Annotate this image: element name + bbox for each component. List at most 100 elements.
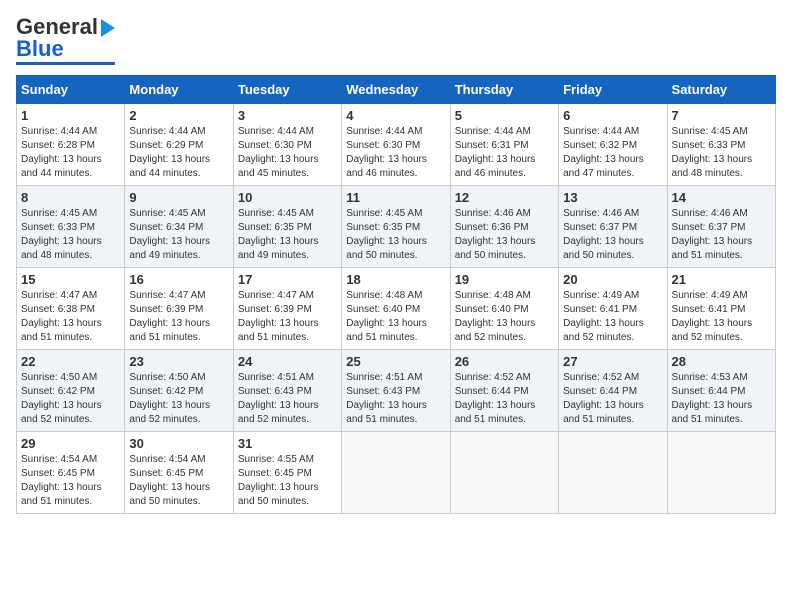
day-number: 30 [129, 436, 228, 451]
calendar-table: SundayMondayTuesdayWednesdayThursdayFrid… [16, 75, 776, 514]
day-number: 25 [346, 354, 445, 369]
day-detail: Sunrise: 4:48 AM Sunset: 6:40 PM Dayligh… [455, 289, 554, 345]
header-sunday: Sunday [17, 76, 125, 104]
header-friday: Friday [559, 76, 667, 104]
day-number: 5 [455, 108, 554, 123]
calendar-cell [667, 432, 775, 514]
day-detail: Sunrise: 4:50 AM Sunset: 6:42 PM Dayligh… [129, 371, 228, 427]
calendar-cell: 20Sunrise: 4:49 AM Sunset: 6:41 PM Dayli… [559, 268, 667, 350]
header-thursday: Thursday [450, 76, 558, 104]
calendar-cell: 30 Sunrise: 4:54 AM Sunset: 6:45 PM Dayli… [125, 432, 233, 514]
page-header: General Blue [16, 16, 776, 65]
day-detail: Sunrise: 4:49 AM Sunset: 6:41 PM Dayligh… [672, 289, 771, 345]
day-number: 1 [21, 108, 120, 123]
calendar-cell: 14 Sunrise: 4:46 AM Sunset: 6:37 PM Dayli… [667, 186, 775, 268]
calendar-cell [559, 432, 667, 514]
day-detail: Sunrise: 4:54 AM Sunset: 6:45 PM Dayligh… [129, 453, 228, 509]
day-detail: Sunrise: 4:47 AM Sunset: 6:38 PM Dayligh… [21, 289, 120, 345]
day-detail: Sunrise: 4:47 AM Sunset: 6:39 PM Dayligh… [238, 289, 337, 345]
day-number: 26 [455, 354, 554, 369]
calendar-cell: 11 Sunrise: 4:45 AM Sunset: 6:35 PM Dayli… [342, 186, 450, 268]
calendar-cell: 8 Sunrise: 4:45 AM Sunset: 6:33 PM Daylig… [17, 186, 125, 268]
day-detail: Sunrise: 4:44 AM Sunset: 6:30 PM Dayligh… [238, 125, 337, 181]
logo-general: General [16, 16, 98, 38]
header-wednesday: Wednesday [342, 76, 450, 104]
day-detail: Sunrise: 4:55 AM Sunset: 6:45 PM Dayligh… [238, 453, 337, 509]
day-detail: Sunrise: 4:49 AM Sunset: 6:41 PM Dayligh… [563, 289, 662, 345]
calendar-cell: 29Sunrise: 4:54 AM Sunset: 6:45 PM Dayli… [17, 432, 125, 514]
logo: General Blue [16, 16, 115, 65]
day-number: 7 [672, 108, 771, 123]
calendar-week-row: 29 Sunrise: 4:54 AM Sunset: 6:45 PM Dayli… [17, 432, 776, 514]
logo-divider [16, 62, 115, 65]
logo-arrow-icon [101, 19, 115, 37]
day-detail: Sunrise: 4:46 AM Sunset: 6:37 PM Dayligh… [563, 207, 662, 263]
day-number: 4 [346, 108, 445, 123]
day-number: 23 [129, 354, 228, 369]
calendar-cell: 10Sunrise: 4:45 AM Sunset: 6:35 PM Dayli… [233, 186, 341, 268]
day-detail: Sunrise: 4:44 AM Sunset: 6:28 PM Dayligh… [21, 125, 120, 181]
day-detail: Sunrise: 4:46 AM Sunset: 6:37 PM Dayligh… [672, 207, 771, 263]
header-tuesday: Tuesday [233, 76, 341, 104]
calendar-week-row: 8 Sunrise: 4:45 AM Sunset: 6:33 PM Daylig… [17, 186, 776, 268]
calendar-cell: 18 Sunrise: 4:48 AM Sunset: 6:40 PM Dayli… [342, 268, 450, 350]
calendar-cell: 16 Sunrise: 4:47 AM Sunset: 6:39 PM Dayli… [125, 268, 233, 350]
day-number: 9 [129, 190, 228, 205]
day-number: 8 [21, 190, 120, 205]
day-detail: Sunrise: 4:45 AM Sunset: 6:35 PM Dayligh… [238, 207, 337, 263]
day-detail: Sunrise: 4:51 AM Sunset: 6:43 PM Dayligh… [238, 371, 337, 427]
day-detail: Sunrise: 4:46 AM Sunset: 6:36 PM Dayligh… [455, 207, 554, 263]
calendar-week-row: 1 Sunrise: 4:44 AM Sunset: 6:28 PM Daylig… [17, 104, 776, 186]
day-detail: Sunrise: 4:50 AM Sunset: 6:42 PM Dayligh… [21, 371, 120, 427]
day-number: 6 [563, 108, 662, 123]
day-number: 12 [455, 190, 554, 205]
day-number: 29 [21, 436, 120, 451]
calendar-cell: 12 Sunrise: 4:46 AM Sunset: 6:36 PM Dayli… [450, 186, 558, 268]
day-detail: Sunrise: 4:53 AM Sunset: 6:44 PM Dayligh… [672, 371, 771, 427]
calendar-cell: 19 Sunrise: 4:48 AM Sunset: 6:40 PM Dayli… [450, 268, 558, 350]
day-number: 31 [238, 436, 337, 451]
day-detail: Sunrise: 4:48 AM Sunset: 6:40 PM Dayligh… [346, 289, 445, 345]
day-detail: Sunrise: 4:45 AM Sunset: 6:33 PM Dayligh… [21, 207, 120, 263]
calendar-cell: 17 Sunrise: 4:47 AM Sunset: 6:39 PM Dayli… [233, 268, 341, 350]
day-number: 19 [455, 272, 554, 287]
calendar-cell: 5Sunrise: 4:44 AM Sunset: 6:31 PM Daylig… [450, 104, 558, 186]
calendar-week-row: 15 Sunrise: 4:47 AM Sunset: 6:38 PM Dayli… [17, 268, 776, 350]
calendar-cell: 31 Sunrise: 4:55 AM Sunset: 6:45 PM Dayli… [233, 432, 341, 514]
calendar-cell: 23 Sunrise: 4:50 AM Sunset: 6:42 PM Dayli… [125, 350, 233, 432]
day-number: 27 [563, 354, 662, 369]
calendar-cell: 9Sunrise: 4:45 AM Sunset: 6:34 PM Daylig… [125, 186, 233, 268]
day-number: 2 [129, 108, 228, 123]
day-number: 22 [21, 354, 120, 369]
day-detail: Sunrise: 4:44 AM Sunset: 6:32 PM Dayligh… [563, 125, 662, 181]
day-detail: Sunrise: 4:47 AM Sunset: 6:39 PM Dayligh… [129, 289, 228, 345]
day-number: 3 [238, 108, 337, 123]
day-detail: Sunrise: 4:45 AM Sunset: 6:35 PM Dayligh… [346, 207, 445, 263]
calendar-week-row: 22 Sunrise: 4:50 AM Sunset: 6:42 PM Dayli… [17, 350, 776, 432]
day-number: 28 [672, 354, 771, 369]
day-number: 21 [672, 272, 771, 287]
day-number: 16 [129, 272, 228, 287]
calendar-cell: 22 Sunrise: 4:50 AM Sunset: 6:42 PM Dayli… [17, 350, 125, 432]
calendar-cell: 6 Sunrise: 4:44 AM Sunset: 6:32 PM Daylig… [559, 104, 667, 186]
day-number: 13 [563, 190, 662, 205]
header-saturday: Saturday [667, 76, 775, 104]
day-number: 11 [346, 190, 445, 205]
day-number: 17 [238, 272, 337, 287]
day-detail: Sunrise: 4:44 AM Sunset: 6:30 PM Dayligh… [346, 125, 445, 181]
calendar-cell: 28 Sunrise: 4:53 AM Sunset: 6:44 PM Dayli… [667, 350, 775, 432]
day-number: 14 [672, 190, 771, 205]
logo-blue: Blue [16, 38, 64, 60]
day-number: 18 [346, 272, 445, 287]
calendar-cell: 1 Sunrise: 4:44 AM Sunset: 6:28 PM Daylig… [17, 104, 125, 186]
day-number: 15 [21, 272, 120, 287]
day-detail: Sunrise: 4:44 AM Sunset: 6:29 PM Dayligh… [129, 125, 228, 181]
calendar-cell [450, 432, 558, 514]
calendar-cell: 25Sunrise: 4:51 AM Sunset: 6:43 PM Dayli… [342, 350, 450, 432]
calendar-header-row: SundayMondayTuesdayWednesdayThursdayFrid… [17, 76, 776, 104]
calendar-cell: 2 Sunrise: 4:44 AM Sunset: 6:29 PM Daylig… [125, 104, 233, 186]
calendar-cell: 3 Sunrise: 4:44 AM Sunset: 6:30 PM Daylig… [233, 104, 341, 186]
calendar-cell: 7Sunrise: 4:45 AM Sunset: 6:33 PM Daylig… [667, 104, 775, 186]
calendar-cell: 4 Sunrise: 4:44 AM Sunset: 6:30 PM Daylig… [342, 104, 450, 186]
day-number: 24 [238, 354, 337, 369]
